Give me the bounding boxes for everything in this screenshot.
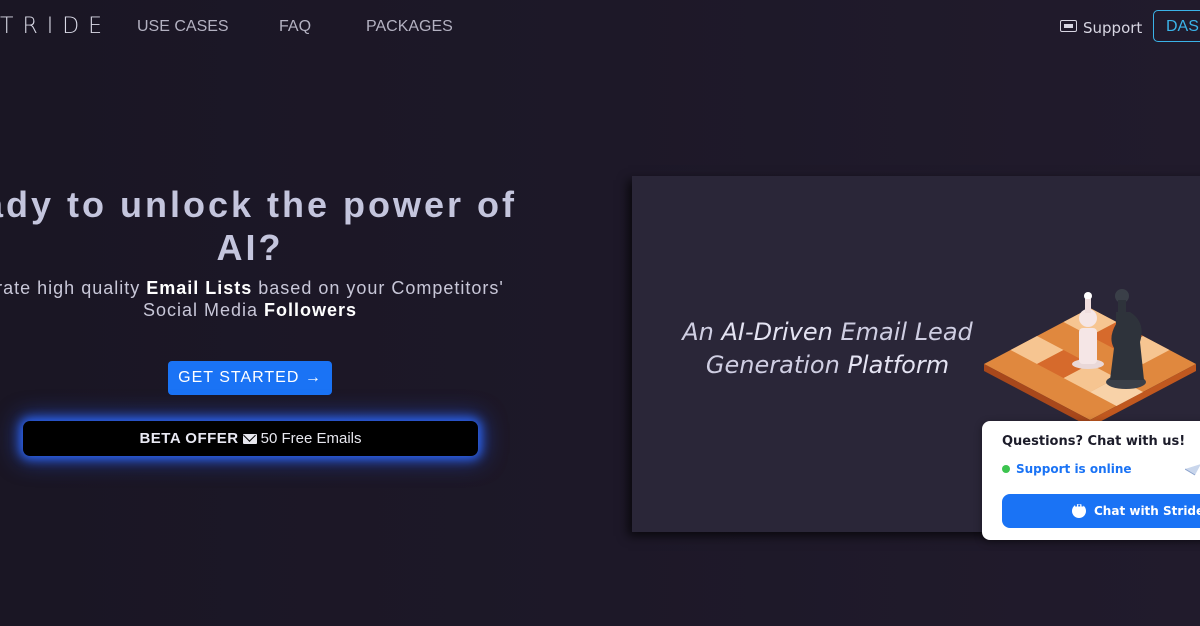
- chat-button-label: Chat with Stride: [1094, 504, 1200, 518]
- nav-link-packages[interactable]: PACKAGES: [366, 18, 453, 36]
- chat-bubble-icon: [1072, 499, 1086, 518]
- dashboard-button[interactable]: DASH: [1153, 10, 1200, 42]
- hero-sub-text: Social Media: [142, 300, 265, 320]
- tagline-bold: Platform: [847, 351, 950, 379]
- get-started-button[interactable]: GET STARTED →: [168, 361, 332, 395]
- hero-subtitle: rate high quality Email Lists based on y…: [0, 277, 600, 321]
- top-nav: TRIDE USE CASES FAQ PACKAGES Support DAS…: [0, 0, 1200, 56]
- hero-title: ady to unlock the power of AI?: [0, 183, 600, 269]
- chat-widget: Questions? Chat with us! Support is onli…: [982, 421, 1200, 540]
- beta-offer-text: 50 Free Emails: [260, 430, 362, 447]
- nav-link-use-cases[interactable]: USE CASES: [137, 18, 229, 36]
- ticket-icon: [1060, 20, 1077, 32]
- tagline-text: Email Lead: [832, 318, 973, 346]
- tagline-text: An: [682, 318, 722, 346]
- paper-plane-icon: [1185, 464, 1200, 476]
- beta-offer-button[interactable]: BETA OFFER 50 Free Emails: [23, 421, 478, 456]
- online-dot-icon: [1002, 465, 1010, 473]
- chat-title: Questions? Chat with us!: [1002, 434, 1186, 449]
- beta-offer-label: BETA OFFER: [139, 430, 239, 447]
- support-label: Support: [1083, 19, 1143, 37]
- hero-title-line1: ady to unlock the power of: [0, 184, 518, 225]
- logo[interactable]: TRIDE: [0, 14, 111, 39]
- hero-sub-text: based on your Competitors': [252, 278, 504, 298]
- hero-sub-bold: Followers: [264, 300, 358, 320]
- tagline-text: Generation: [705, 351, 848, 379]
- chat-with-stride-button[interactable]: Chat with Stride: [1002, 494, 1200, 528]
- envelope-icon: [242, 434, 257, 444]
- chat-status: Support is online: [1002, 462, 1132, 476]
- hero-sub-text: rate high quality: [0, 278, 147, 298]
- hero-title-line2: AI?: [216, 227, 284, 268]
- tagline-bold: AI-Driven: [721, 318, 833, 346]
- chat-status-text: Support is online: [1016, 462, 1132, 476]
- chessboard-illustration: [984, 289, 1196, 427]
- hero-sub-bold: Email Lists: [146, 278, 253, 298]
- card-tagline: An AI-Driven Email Lead Generation Platf…: [650, 316, 1005, 382]
- support-link[interactable]: Support: [1060, 19, 1142, 37]
- nav-link-faq[interactable]: FAQ: [279, 18, 311, 36]
